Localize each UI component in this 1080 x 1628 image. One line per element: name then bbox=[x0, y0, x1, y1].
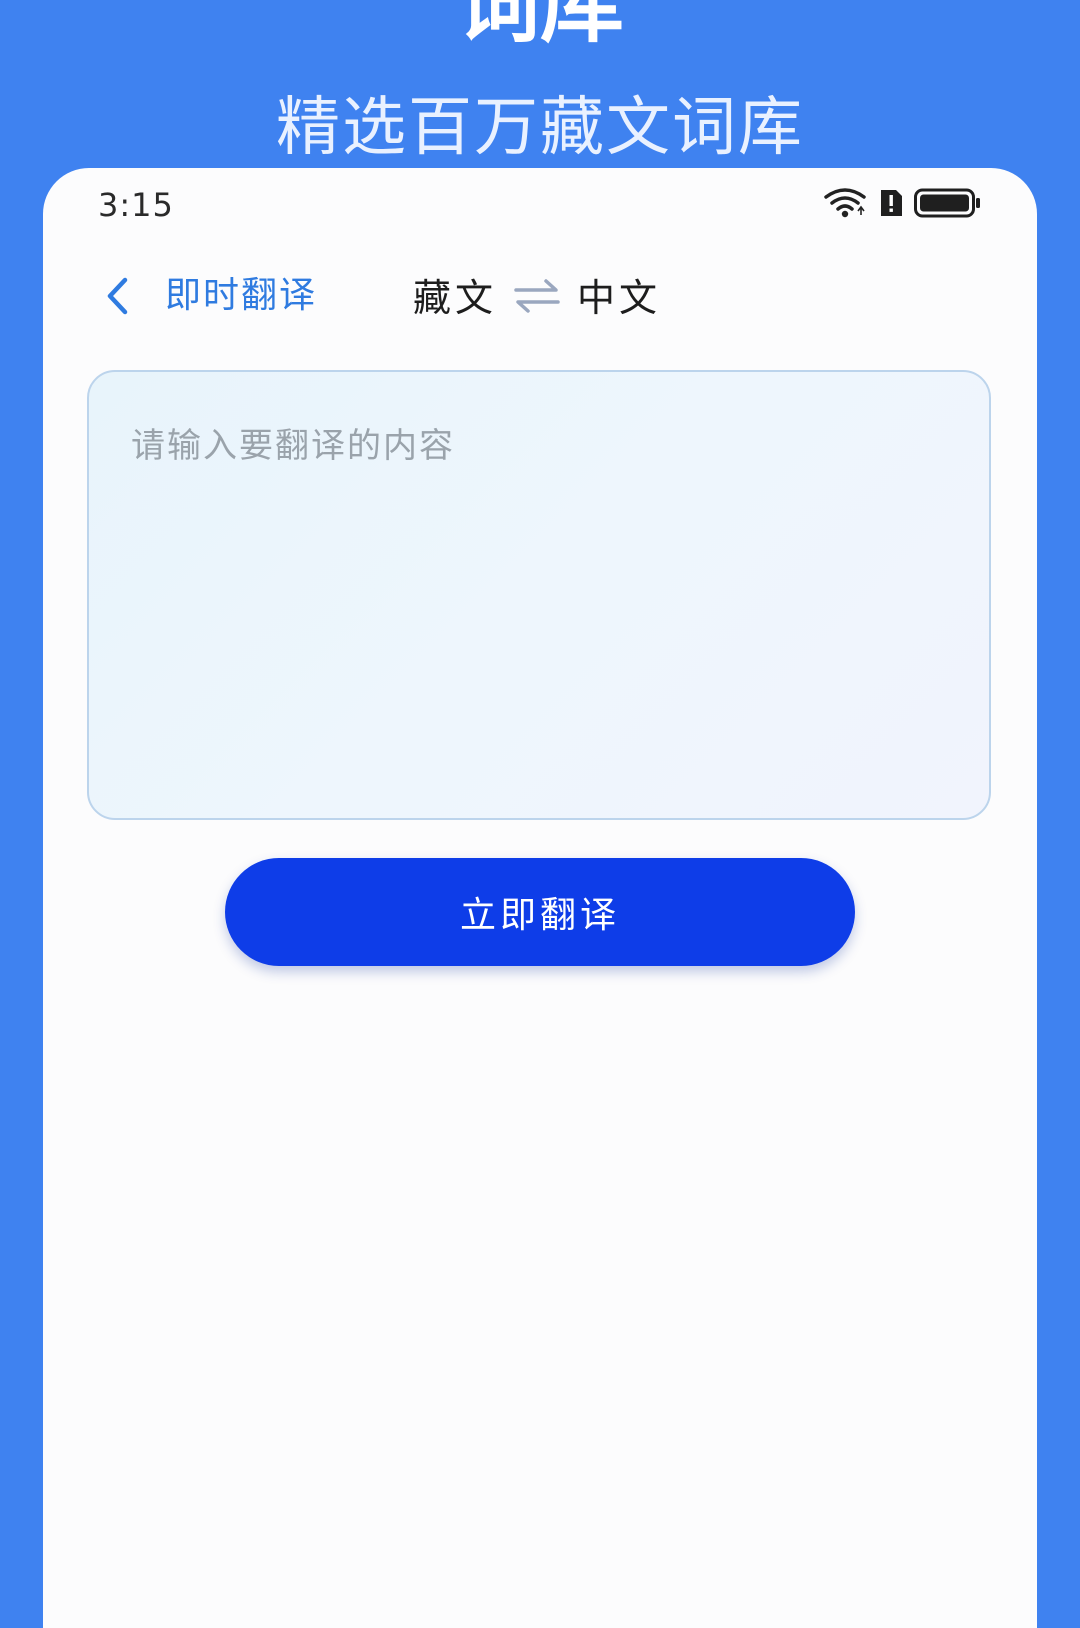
promo-banner: 词库 精选百万藏文词库 bbox=[0, 0, 1080, 170]
promo-title: 词库 bbox=[455, 0, 624, 54]
target-language[interactable]: 中文 bbox=[577, 275, 661, 321]
source-language[interactable]: 藏文 bbox=[413, 275, 497, 321]
language-switcher: 藏文 中文 bbox=[413, 273, 661, 323]
status-time: 3:15 bbox=[98, 186, 174, 224]
status-bar: 3:15 bbox=[43, 168, 1037, 248]
back-button[interactable] bbox=[98, 275, 138, 321]
wifi-icon bbox=[824, 187, 868, 223]
nav-bar: 即时翻译 藏文 中文 bbox=[43, 263, 1037, 333]
promo-subtitle: 精选百万藏文词库 bbox=[276, 91, 804, 165]
translation-input[interactable] bbox=[131, 418, 947, 772]
phone-screen: 3:15 即时翻译 藏文 中文 请输入要翻译的内容 立即翻译 bbox=[43, 168, 1037, 1628]
battery-icon bbox=[914, 188, 982, 222]
translation-input-box bbox=[87, 370, 991, 820]
translate-button[interactable]: 立即翻译 bbox=[225, 858, 855, 966]
chevron-left-icon bbox=[103, 276, 133, 320]
alert-icon bbox=[878, 189, 904, 221]
status-icons bbox=[824, 188, 982, 222]
page-title: 即时翻译 bbox=[165, 275, 318, 316]
swap-languages-button[interactable] bbox=[505, 275, 569, 321]
swap-arrows-icon bbox=[512, 276, 562, 320]
